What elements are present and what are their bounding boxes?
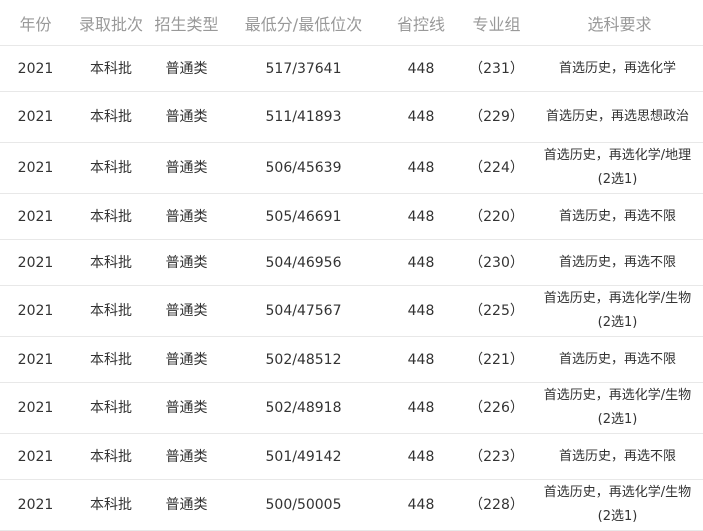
cell-batch: 本科批 [71,193,151,240]
header-requirement: 选科要求 [536,0,703,46]
cell-control-line: 448 [385,45,457,92]
cell-requirement: 首选历史，再选化学/生物(2选1) [536,285,703,337]
cell-requirement: 首选历史，再选化学/生物(2选1) [536,382,703,434]
table-row: 2021 本科批 普通类 505/46691 448 （220） 首选历史，再选不限 [0,193,703,240]
cell-type: 普通类 [151,382,222,434]
table-row: 2021 本科批 普通类 502/48918 448 （226） 首选历史，再选化学/生物(… [0,382,703,434]
cell-score: 501/49142 [222,433,385,480]
cell-group: （231） [457,45,536,92]
cell-batch: 本科批 [71,142,151,194]
cell-group: （225） [457,285,536,337]
table-row: 2021 本科批 普通类 501/49142 448 （223） 首选历史，再选不限 [0,433,703,480]
cell-control-line: 448 [385,239,457,286]
cell-batch: 本科批 [71,91,151,143]
cell-year: 2021 [0,142,71,194]
cell-group: （224） [457,142,536,194]
cell-control-line: 448 [385,382,457,434]
cell-requirement: 首选历史，再选化学 [536,45,703,92]
cell-type: 普通类 [151,142,222,194]
table-row: 2021 本科批 普通类 500/50005 448 （228） 首选历史，再选化学/生物(… [0,479,703,531]
cell-requirement: 首选历史，再选化学/生物(2选1) [536,479,703,531]
cell-year: 2021 [0,45,71,92]
cell-score: 504/46956 [222,239,385,286]
header-type: 招生类型 [151,0,222,46]
cell-type: 普通类 [151,45,222,92]
cell-control-line: 448 [385,193,457,240]
cell-group: （226） [457,382,536,434]
cell-score: 502/48918 [222,382,385,434]
cell-type: 普通类 [151,336,222,383]
cell-year: 2021 [0,479,71,531]
cell-batch: 本科批 [71,45,151,92]
cell-control-line: 448 [385,336,457,383]
cell-group: （223） [457,433,536,480]
cell-control-line: 448 [385,91,457,143]
cell-batch: 本科批 [71,479,151,531]
cell-requirement: 首选历史，再选思想政治 [536,91,703,143]
cell-score: 511/41893 [222,91,385,143]
cell-batch: 本科批 [71,285,151,337]
cell-control-line: 448 [385,285,457,337]
cell-score: 506/45639 [222,142,385,194]
cell-batch: 本科批 [71,382,151,434]
cell-type: 普通类 [151,91,222,143]
table-row: 2021 本科批 普通类 517/37641 448 （231） 首选历史，再选化学 [0,45,703,92]
header-batch: 录取批次 [71,0,151,46]
cell-type: 普通类 [151,239,222,286]
cell-score: 504/47567 [222,285,385,337]
header-row: 年份 录取批次 招生类型 最低分/最低位次 省控线 专业组 选科要求 [0,0,703,46]
cell-requirement: 首选历史，再选不限 [536,193,703,240]
cell-group: （221） [457,336,536,383]
cell-score: 517/37641 [222,45,385,92]
cell-year: 2021 [0,285,71,337]
cell-year: 2021 [0,239,71,286]
cell-year: 2021 [0,91,71,143]
table-row: 2021 本科批 普通类 502/48512 448 （221） 首选历史，再选不限 [0,336,703,383]
table-row: 2021 本科批 普通类 506/45639 448 （224） 首选历史，再选化学/地理(… [0,142,703,194]
cell-group: （229） [457,91,536,143]
cell-score: 502/48512 [222,336,385,383]
cell-year: 2021 [0,193,71,240]
cell-score: 505/46691 [222,193,385,240]
table-row: 2021 本科批 普通类 511/41893 448 （229） 首选历史，再选思想政治 [0,91,703,143]
cell-control-line: 448 [385,479,457,531]
header-score: 最低分/最低位次 [222,0,385,46]
cell-year: 2021 [0,336,71,383]
cell-batch: 本科批 [71,336,151,383]
cell-batch: 本科批 [71,239,151,286]
cell-requirement: 首选历史，再选不限 [536,433,703,480]
header-year: 年份 [0,0,71,46]
header-control-line: 省控线 [385,0,457,46]
cell-requirement: 首选历史，再选不限 [536,336,703,383]
cell-group: （220） [457,193,536,240]
cell-type: 普通类 [151,193,222,240]
cell-year: 2021 [0,382,71,434]
cell-type: 普通类 [151,285,222,337]
cell-control-line: 448 [385,433,457,480]
table-body: 2021 本科批 普通类 517/37641 448 （231） 首选历史，再选化学 2021… [0,45,703,531]
cell-group: （228） [457,479,536,531]
admission-score-table: 年份 录取批次 招生类型 最低分/最低位次 省控线 专业组 选科要求 2021 本… [0,0,703,531]
cell-batch: 本科批 [71,433,151,480]
cell-control-line: 448 [385,142,457,194]
table-row: 2021 本科批 普通类 504/47567 448 （225） 首选历史，再选化学/生物(… [0,285,703,337]
cell-requirement: 首选历史，再选不限 [536,239,703,286]
cell-type: 普通类 [151,433,222,480]
header-group: 专业组 [457,0,536,46]
cell-requirement: 首选历史，再选化学/地理(2选1) [536,142,703,194]
cell-type: 普通类 [151,479,222,531]
cell-year: 2021 [0,433,71,480]
cell-group: （230） [457,239,536,286]
table-header: 年份 录取批次 招生类型 最低分/最低位次 省控线 专业组 选科要求 [0,0,703,46]
table-row: 2021 本科批 普通类 504/46956 448 （230） 首选历史，再选不限 [0,239,703,286]
cell-score: 500/50005 [222,479,385,531]
